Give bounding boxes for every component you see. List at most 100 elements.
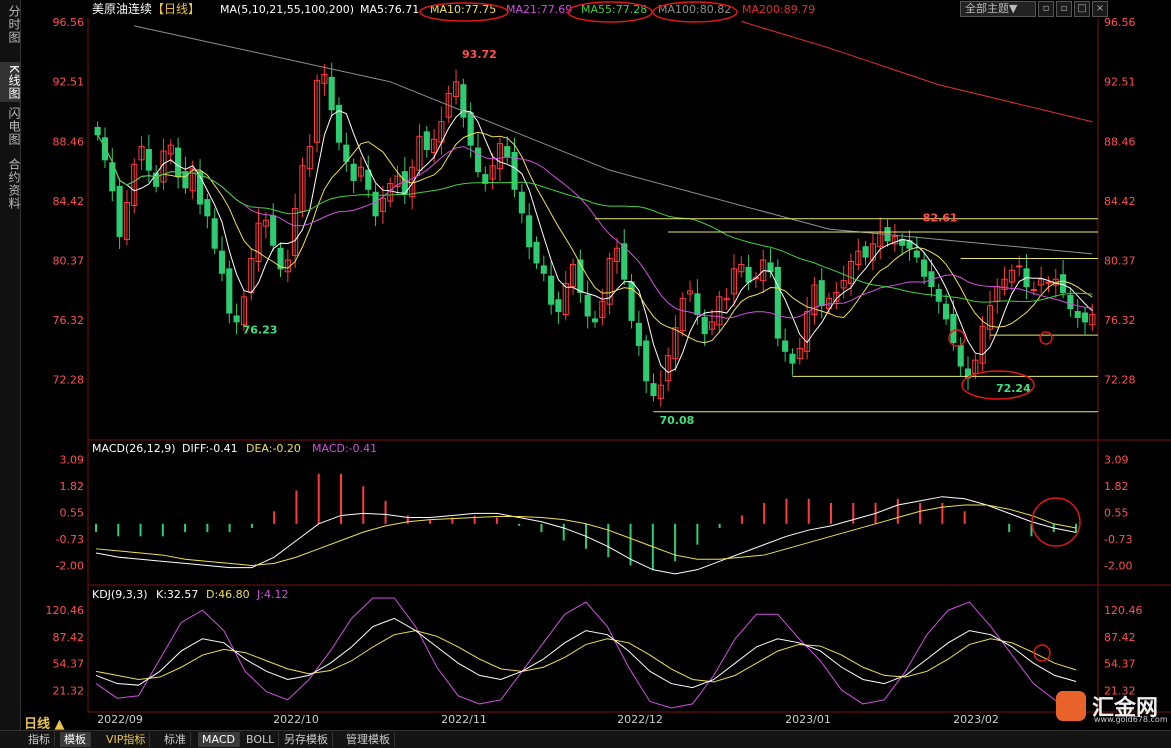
- ma100-value: MA100:80.82: [658, 3, 731, 16]
- tab-indicator[interactable]: 指标: [24, 732, 55, 747]
- tab-save-template[interactable]: 另存模板: [280, 732, 333, 747]
- kdj-tick-right: 54.37: [1104, 658, 1136, 671]
- date-tick: 2022/09: [97, 713, 143, 726]
- kdj-title: KDJ(9,3,3): [92, 588, 148, 601]
- logo-url: www.gold678.com: [1094, 715, 1168, 724]
- price-annotation: 76.23: [243, 323, 278, 336]
- candle-body: [555, 299, 562, 313]
- candle-body: [584, 294, 591, 317]
- candle-body: [694, 293, 701, 316]
- date-tick: 2023/02: [953, 713, 999, 726]
- candle-body: [372, 191, 379, 217]
- candle-body: [767, 262, 774, 273]
- candle-body: [101, 137, 109, 161]
- macd-tick-left: -0.73: [56, 533, 84, 546]
- price-tick-right: 84.42: [1104, 195, 1136, 208]
- price-tick-left: 80.37: [53, 254, 85, 267]
- candle-body: [943, 303, 950, 320]
- candle-body: [328, 76, 335, 111]
- candle-body: [504, 146, 511, 158]
- price-tick-right: 96.56: [1104, 16, 1136, 29]
- candle-body: [548, 275, 555, 305]
- price-tick-right: 72.28: [1104, 374, 1136, 387]
- macd-dea-value: DEA:-0.20: [246, 442, 301, 455]
- macd-tick-right: 0.55: [1104, 506, 1129, 519]
- candle-body: [218, 250, 226, 274]
- gold678-logo: 汇金网 www.gold678.com: [1056, 691, 1168, 725]
- candle-body: [423, 131, 430, 151]
- candle-body: [350, 163, 357, 181]
- candle-body: [270, 215, 277, 246]
- price-tick-right: 80.37: [1104, 254, 1136, 267]
- candle-body: [921, 259, 928, 277]
- ma5-value: MA5:76.71: [360, 3, 419, 16]
- price-tick-right: 76.32: [1104, 314, 1136, 327]
- date-tick: 2022/12: [617, 713, 663, 726]
- candle-body: [789, 353, 796, 364]
- candle-body: [1030, 288, 1037, 291]
- kdj-tick-left: 87.42: [53, 631, 85, 644]
- candle-body: [628, 281, 635, 321]
- symbol-title: 美原油连续: [92, 1, 152, 16]
- candle-body: [467, 112, 474, 146]
- candle-body: [533, 241, 540, 264]
- candle-body: [957, 344, 964, 367]
- kdj-d-line: [95, 630, 1077, 683]
- macd-tick-left: 0.55: [60, 506, 85, 519]
- period-label-header: 【日线】: [152, 2, 200, 16]
- candle-body: [1074, 311, 1081, 318]
- price-chart[interactable]: 93.7276.2370.0882.6172.24 96.56 96.5692.5…: [0, 0, 1171, 730]
- price-tick-left: 92.51: [53, 76, 85, 89]
- price-tick-right: 88.46: [1104, 135, 1136, 148]
- highlight-dip-circle: [1039, 331, 1053, 345]
- price-tick-left: 76.32: [53, 314, 85, 327]
- logo-badge-icon: [1056, 691, 1086, 721]
- split-window-icon[interactable]: ▫: [1056, 1, 1072, 17]
- price-tick-left: 84.42: [53, 195, 85, 208]
- candle-body: [145, 149, 152, 171]
- kdj-tick-left: 21.32: [53, 685, 85, 698]
- kdj-tick-right: 87.42: [1104, 631, 1136, 644]
- kdj-tick-right: 120.46: [1104, 604, 1143, 617]
- kdj-k-line: [95, 617, 1077, 689]
- highlight-kdj-circle: [1033, 644, 1051, 662]
- macd-tick-right: 3.09: [1104, 453, 1129, 466]
- tab-standard[interactable]: 标准: [160, 732, 191, 747]
- date-tick: 2023/01: [785, 713, 831, 726]
- candle-body: [482, 174, 489, 184]
- candle-body: [650, 383, 657, 397]
- tab-boll[interactable]: BOLL: [242, 732, 280, 747]
- candle-body: [153, 172, 160, 187]
- candle-body: [182, 171, 189, 189]
- candle-body: [518, 191, 525, 214]
- maximize-window-icon[interactable]: □: [1074, 1, 1090, 17]
- macd-diff-value: DIFF:-0.41: [182, 442, 238, 455]
- candle-body: [591, 318, 599, 323]
- tab-vip-indicator[interactable]: VIP指标: [102, 732, 151, 747]
- highlight-macd-circle: [1031, 497, 1081, 547]
- kdj-k-value: K:32.57: [156, 588, 198, 601]
- macd-tick-left: 1.82: [60, 480, 85, 493]
- candle-body: [540, 265, 547, 274]
- candle-body: [116, 185, 123, 237]
- kdj-d-value: D:46.80: [206, 588, 250, 601]
- theme-dropdown[interactable]: 全部主题▼: [960, 1, 1036, 17]
- restore-window-icon[interactable]: ▫: [1038, 1, 1054, 17]
- candle-body: [643, 340, 650, 382]
- price-tick-right: 92.51: [1104, 76, 1136, 89]
- close-window-icon[interactable]: ×: [1092, 1, 1108, 17]
- tab-manage-template[interactable]: 管理模板: [342, 732, 395, 747]
- macd-tick-right: 1.82: [1104, 480, 1129, 493]
- date-tick: 2022/10: [273, 713, 319, 726]
- bottom-toolbar: 指标 模板 VIP指标 标准 MACD BOLL 另存模板 管理模板: [0, 730, 1171, 748]
- date-tick: 2022/11: [441, 713, 487, 726]
- kdj-tick-left: 120.46: [46, 604, 85, 617]
- macd-tick-left: 3.09: [60, 453, 85, 466]
- macd-tick-right: -0.73: [1104, 533, 1132, 546]
- candle-body: [745, 266, 752, 283]
- candle-body: [94, 126, 101, 136]
- candle-body: [1081, 312, 1089, 323]
- tab-template[interactable]: 模板: [60, 732, 91, 747]
- candle-body: [701, 316, 708, 335]
- tab-macd[interactable]: MACD: [198, 732, 240, 747]
